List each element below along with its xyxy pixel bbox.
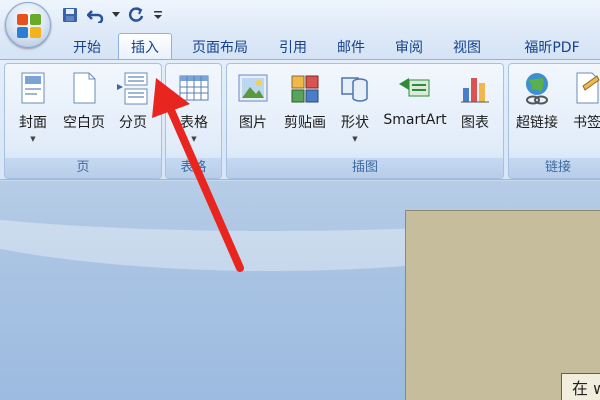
chevron-down-icon: ▼ xyxy=(352,135,358,143)
tab-review[interactable]: 审阅 xyxy=(386,33,432,60)
pages-group-label: 页 xyxy=(5,158,161,178)
links-group-label: 链接 xyxy=(509,158,600,178)
tables-group: 表格 ▼ 表格 xyxy=(165,63,222,179)
office-button[interactable] xyxy=(5,2,51,48)
undo-icon[interactable] xyxy=(86,5,106,25)
page-break-label: 分页 xyxy=(119,115,147,131)
chevron-down-icon[interactable] xyxy=(112,5,120,25)
cover-page-icon xyxy=(15,70,51,108)
hyperlink-icon xyxy=(519,70,555,108)
pages-group: 封面 ▼ 空白页 分页 页 xyxy=(4,63,162,179)
redo-icon[interactable] xyxy=(126,5,146,25)
cover-page-button[interactable]: 封面 ▼ xyxy=(13,70,53,150)
picture-icon xyxy=(235,70,271,108)
title-bar xyxy=(0,0,600,30)
bookmark-icon xyxy=(569,70,600,108)
links-group: 超链接 书签 链接 xyxy=(508,63,600,179)
page-break-button[interactable]: 分页 xyxy=(113,70,153,150)
clipart-icon xyxy=(287,70,323,108)
illustrations-group-label: 插图 xyxy=(227,158,503,178)
quick-access-toolbar xyxy=(60,4,180,26)
chevron-down-icon: ▼ xyxy=(30,135,36,143)
shapes-label: 形状 xyxy=(341,115,369,131)
ribbon-tabs: 开始 插入 页面布局 引用 邮件 审阅 视图 福昕PDF xyxy=(0,30,600,60)
document-area[interactable]: 在 w xyxy=(0,181,600,400)
blank-page-button[interactable]: 空白页 xyxy=(59,70,109,150)
chart-icon xyxy=(457,70,493,108)
tab-references[interactable]: 引用 xyxy=(270,33,316,60)
customize-quick-access-icon[interactable] xyxy=(152,5,164,25)
tab-insert[interactable]: 插入 xyxy=(118,33,172,60)
clipart-button[interactable]: 剪贴画 xyxy=(281,70,329,150)
chevron-down-icon: ▼ xyxy=(191,135,197,143)
bookmark-button[interactable]: 书签 xyxy=(567,70,600,150)
tab-foxit-pdf[interactable]: 福昕PDF xyxy=(506,33,598,60)
blank-page-icon xyxy=(66,70,102,108)
cover-page-label: 封面 xyxy=(19,115,47,131)
bookmark-label: 书签 xyxy=(573,115,600,131)
chart-label: 图表 xyxy=(461,115,489,131)
hyperlink-button[interactable]: 超链接 xyxy=(513,70,561,150)
document-text-snippet: 在 w xyxy=(561,373,600,400)
shapes-icon xyxy=(337,70,373,108)
smartart-icon xyxy=(397,70,433,108)
tables-group-label: 表格 xyxy=(166,158,221,178)
hyperlink-label: 超链接 xyxy=(516,115,558,131)
ribbon: 封面 ▼ 空白页 分页 页 表格 ▼ 表格 图片 剪贴画 形状 ▼ SmartA… xyxy=(0,59,600,180)
table-icon xyxy=(176,70,212,108)
save-icon[interactable] xyxy=(60,5,80,25)
table-label: 表格 xyxy=(180,115,208,131)
chart-button[interactable]: 图表 xyxy=(455,70,495,150)
smartart-button[interactable]: SmartArt xyxy=(381,70,449,150)
document-page[interactable]: 在 w xyxy=(405,210,600,400)
clipart-label: 剪贴画 xyxy=(284,115,326,131)
tab-home[interactable]: 开始 xyxy=(62,33,112,60)
picture-button[interactable]: 图片 xyxy=(233,70,273,150)
tab-page-layout[interactable]: 页面布局 xyxy=(182,33,258,60)
picture-label: 图片 xyxy=(239,115,267,131)
office-logo-icon xyxy=(17,14,41,38)
shapes-button[interactable]: 形状 ▼ xyxy=(335,70,375,150)
table-button[interactable]: 表格 ▼ xyxy=(174,70,214,150)
tab-view[interactable]: 视图 xyxy=(444,33,490,60)
page-break-icon xyxy=(115,70,151,108)
blank-page-label: 空白页 xyxy=(63,115,105,131)
tab-mailings[interactable]: 邮件 xyxy=(328,33,374,60)
illustrations-group: 图片 剪贴画 形状 ▼ SmartArt 图表 插图 xyxy=(226,63,504,179)
smartart-label: SmartArt xyxy=(383,112,447,128)
